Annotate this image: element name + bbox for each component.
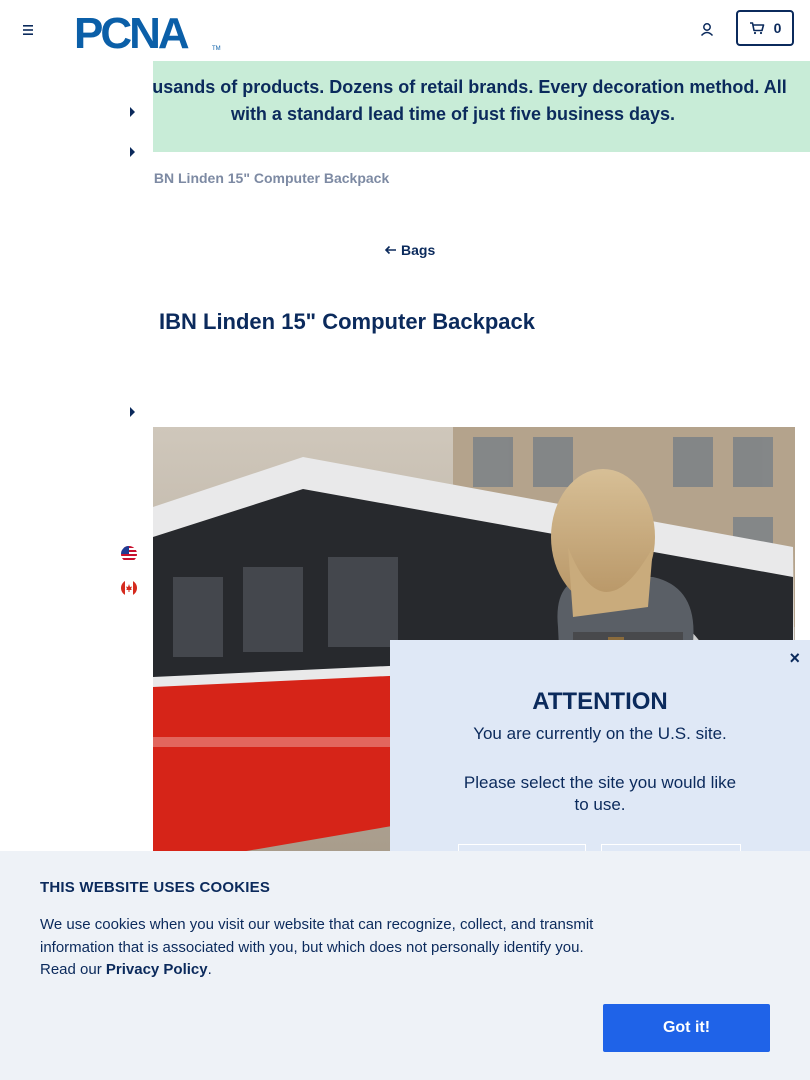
us-flag-icon[interactable] <box>121 546 137 562</box>
canada-flag-icon[interactable] <box>121 580 137 596</box>
modal-select-site-text: Please select the site you would like to… <box>463 773 737 814</box>
side-drawer <box>0 61 153 881</box>
cart-button[interactable]: 0 <box>736 10 794 46</box>
cart-icon <box>749 22 764 35</box>
drawer-expand-caret-icon[interactable] <box>130 407 135 417</box>
arrow-left-icon <box>384 245 396 255</box>
privacy-policy-link[interactable]: Privacy Policy <box>106 961 208 978</box>
modal-title: ATTENTION <box>532 688 668 715</box>
cookie-text: We use cookies when you visit our websit… <box>40 914 610 982</box>
site-header: PCNA TM 0 <box>0 0 810 61</box>
close-icon[interactable]: × <box>789 648 800 669</box>
accept-cookies-button[interactable]: Got it! <box>603 1004 770 1052</box>
logo-tm: TM <box>212 46 221 52</box>
cart-count: 0 <box>773 20 782 36</box>
promo-line-1: Thousands of products. Dozens of retail … <box>153 77 787 97</box>
cookie-banner: THIS WEBSITE USES COOKIES We use cookies… <box>0 851 810 1080</box>
promo-banner: Thousands of products. Dozens of retail … <box>153 61 810 152</box>
back-link-label: Bags <box>401 242 436 258</box>
drawer-expand-caret-icon[interactable] <box>130 147 135 157</box>
back-to-bags-link[interactable]: Bags <box>384 242 435 258</box>
breadcrumb[interactable]: IBN Linden 15" Computer Backpack <box>150 170 389 186</box>
promo-line-2: with a standard lead time of just five b… <box>230 104 676 124</box>
account-icon[interactable] <box>697 20 717 40</box>
menu-icon[interactable] <box>18 20 38 40</box>
pcna-logo[interactable]: PCNA TM <box>74 8 226 58</box>
drawer-expand-caret-icon[interactable] <box>130 107 135 117</box>
logo-text: PCNA <box>74 9 189 54</box>
modal-current-site-text: You are currently on the U.S. site. <box>473 724 727 743</box>
product-title: IBN Linden 15" Computer Backpack <box>159 309 535 334</box>
cookie-title: THIS WEBSITE USES COOKIES <box>40 879 271 896</box>
cookie-suffix: . <box>207 961 212 978</box>
promo-text: Thousands of products. Dozens of retail … <box>153 74 803 128</box>
